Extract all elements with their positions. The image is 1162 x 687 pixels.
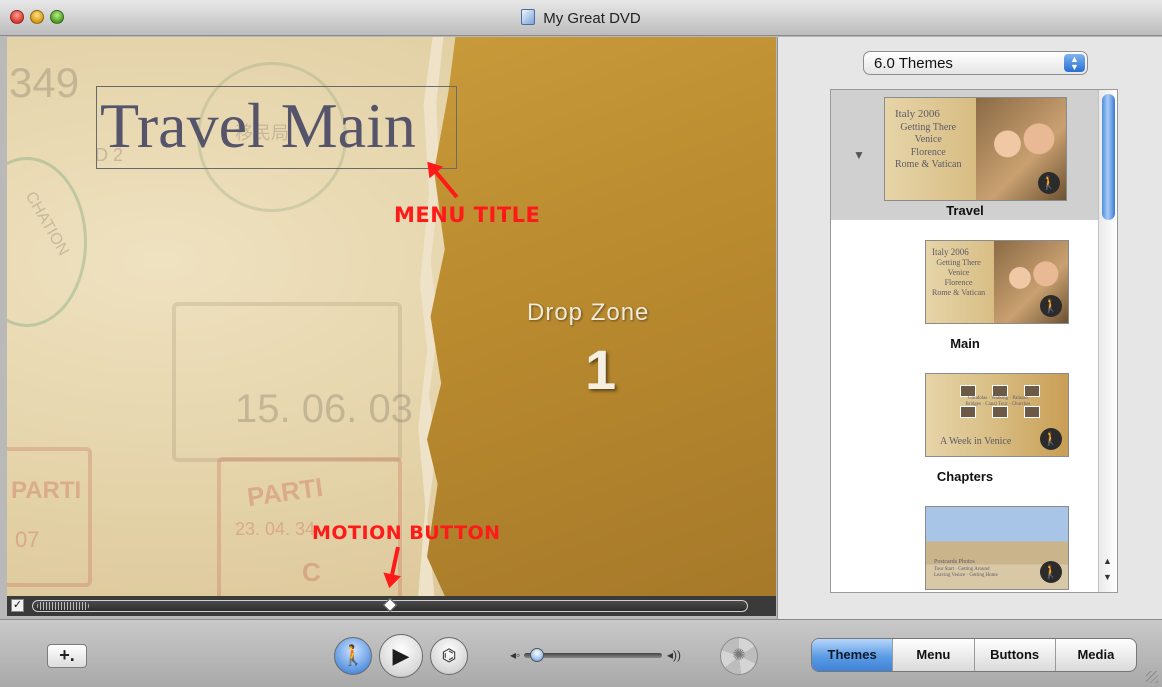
- theme-label: Main: [950, 336, 980, 351]
- motion-scrub-bar: ✓: [7, 596, 776, 616]
- disclosure-triangle-icon[interactable]: ▼: [853, 148, 865, 162]
- play-icon: ▶: [392, 643, 410, 668]
- speaker-high-icon: ◂)): [667, 648, 682, 662]
- speaker-low-icon: ◂◦: [510, 648, 521, 662]
- motion-loop-checkbox[interactable]: ✓: [11, 599, 24, 612]
- scroll-down-icon[interactable]: ▼: [1103, 572, 1112, 582]
- bottom-toolbar: +. 🚶 ▶ ⌬ ◂◦ ◂)) ✺ Themes Menu Buttons Me…: [0, 619, 1162, 687]
- play-button[interactable]: ▶: [379, 634, 423, 678]
- theme-label: Travel: [946, 203, 984, 218]
- walking-man-icon: 🚶: [1040, 561, 1062, 583]
- stamp-text: 23. 04. 34: [235, 519, 316, 539]
- stamp-text: 07: [15, 527, 40, 552]
- aperture-icon[interactable]: ✺: [720, 637, 758, 675]
- theme-set-select[interactable]: 6.0 Themes ▲ ▼: [863, 51, 1088, 75]
- chapter-labels: Gondolas · Walking · Palazzo Bridges · C…: [965, 396, 1031, 408]
- theme-thumbnail: Italy 2006 Getting There Venice Florence…: [925, 240, 1069, 324]
- thumbnail-text: Postcards Photos Tour Start · Getting Ar…: [934, 559, 998, 578]
- document-icon: [521, 9, 536, 25]
- theme-thumbnail: Italy 2006 Getting There Venice Florence…: [884, 97, 1067, 201]
- window-title-text: My Great DVD: [543, 10, 641, 27]
- stamp-text: 15. 06. 03: [235, 387, 413, 431]
- walking-man-icon: 🚶: [1038, 172, 1060, 194]
- tab-buttons[interactable]: Buttons: [975, 639, 1056, 671]
- theme-list-scrollbar[interactable]: ▲ ▼: [1098, 90, 1117, 592]
- annotation-menu-title: MENU TITLE: [394, 203, 541, 227]
- dvd-map-button[interactable]: ⌬: [430, 637, 468, 675]
- stamp-text: PARTI: [11, 477, 82, 504]
- tab-media[interactable]: Media: [1056, 639, 1136, 671]
- select-arrows-icon: ▲ ▼: [1064, 54, 1085, 72]
- title-bar: My Great DVD: [0, 0, 1162, 36]
- walking-man-icon: 🚶: [340, 645, 366, 667]
- window-title: My Great DVD: [0, 9, 1162, 27]
- thumbnail-text: A Week in Venice: [940, 436, 1012, 447]
- intro-grip[interactable]: [37, 602, 89, 610]
- stamp-text: 349: [9, 59, 80, 106]
- theme-thumbnail: Postcards Photos Tour Start · Getting Ar…: [925, 506, 1069, 590]
- stamp-rect: [172, 302, 402, 462]
- theme-item-main[interactable]: Italy 2006 Getting There Venice Florence…: [831, 240, 1099, 351]
- theme-item-4[interactable]: Postcards Photos Tour Start · Getting Ar…: [831, 506, 1099, 592]
- themes-panel: 6.0 Themes ▲ ▼ ▼ Italy 2006 Getting There…: [777, 37, 1162, 619]
- theme-list[interactable]: ▼ Italy 2006 Getting There Venice Floren…: [830, 89, 1118, 593]
- menu-preview-canvas[interactable]: 349 移民局 D 2 CHATION 15. 06. 03 PARTI 07 …: [7, 37, 776, 596]
- drop-zone-label: Drop Zone: [527, 299, 650, 326]
- walking-man-icon: 🚶: [1040, 295, 1062, 317]
- stamp-rect: [7, 447, 92, 587]
- theme-thumbnail: Gondolas · Walking · Palazzo Bridges · C…: [925, 373, 1069, 457]
- pane-tabs: Themes Menu Buttons Media: [811, 638, 1137, 672]
- thumbnail-text: Italy 2006 Getting There Venice Florence…: [895, 108, 962, 171]
- dvd-map-icon: ⌬: [441, 646, 457, 665]
- annotation-motion-button: MOTION BUTTON: [312, 522, 501, 544]
- resize-grip-icon[interactable]: [1146, 671, 1158, 683]
- tab-menu[interactable]: Menu: [893, 639, 975, 671]
- scroll-up-icon[interactable]: ▲: [1103, 556, 1112, 566]
- drop-zone-number: 1: [585, 338, 617, 401]
- theme-label: Chapters: [936, 469, 994, 484]
- scrollbar-thumb[interactable]: [1102, 94, 1115, 220]
- motion-button[interactable]: 🚶: [334, 637, 372, 675]
- walking-man-icon: 🚶: [1040, 428, 1062, 450]
- menu-title[interactable]: Travel Main: [100, 89, 416, 163]
- volume-slider[interactable]: [524, 653, 662, 658]
- stamp-text: C: [302, 557, 321, 587]
- theme-set-value: 6.0 Themes: [874, 55, 953, 72]
- volume-slider-knob[interactable]: [530, 648, 545, 662]
- add-button[interactable]: +.: [47, 644, 87, 668]
- theme-item-chapters[interactable]: Gondolas · Walking · Palazzo Bridges · C…: [831, 373, 1099, 484]
- theme-item-travel[interactable]: ▼ Italy 2006 Getting There Venice Floren…: [831, 90, 1099, 220]
- thumbnail-text: Italy 2006 Getting There Venice Florence…: [932, 247, 986, 298]
- tab-themes[interactable]: Themes: [812, 639, 894, 671]
